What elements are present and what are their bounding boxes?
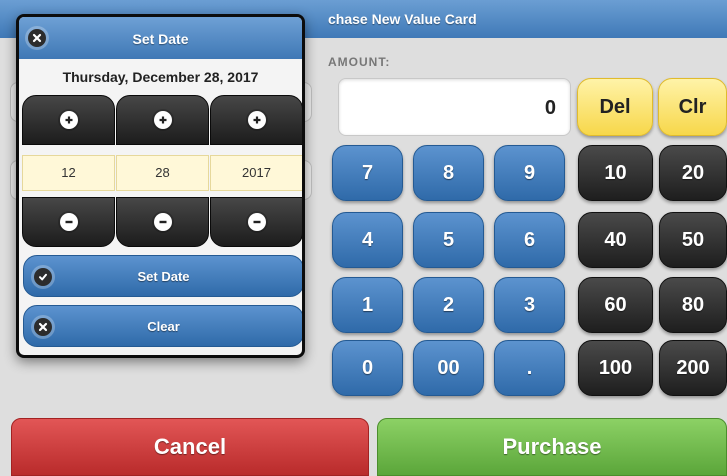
month-decrement-button[interactable] xyxy=(22,197,115,247)
key-5[interactable]: 5 xyxy=(413,212,484,268)
check-icon xyxy=(34,268,52,286)
key-3[interactable]: 3 xyxy=(494,277,565,333)
date-picker-header: Set Date xyxy=(19,17,302,59)
purchase-button[interactable]: Purchase xyxy=(377,418,727,476)
key-decimal[interactable]: . xyxy=(494,340,565,396)
close-icon xyxy=(34,318,52,336)
clear-date-label: Clear xyxy=(147,318,180,334)
delete-button[interactable]: Del xyxy=(577,78,653,136)
key-1[interactable]: 1 xyxy=(332,277,403,333)
amount-label: AMOUNT: xyxy=(328,55,391,69)
preset-100[interactable]: 100 xyxy=(578,340,653,396)
month-field[interactable]: 12 xyxy=(22,155,115,191)
year-increment-button[interactable] xyxy=(210,95,302,145)
key-4[interactable]: 4 xyxy=(332,212,403,268)
day-field[interactable]: 28 xyxy=(116,155,209,191)
page-title: chase New Value Card xyxy=(328,11,477,27)
amount-display: 0 xyxy=(338,78,571,136)
decrement-row xyxy=(22,197,302,247)
plus-icon xyxy=(247,111,266,129)
minus-icon xyxy=(59,213,78,231)
month-increment-button[interactable] xyxy=(22,95,115,145)
date-picker-title: Set Date xyxy=(132,31,189,47)
preset-20[interactable]: 20 xyxy=(659,145,727,201)
preset-10[interactable]: 10 xyxy=(578,145,653,201)
date-picker-dialog: Set Date Thursday, December 28, 2017 12 … xyxy=(16,14,305,358)
key-8[interactable]: 8 xyxy=(413,145,484,201)
date-values-row: 12 28 2017 xyxy=(22,155,302,191)
preset-40[interactable]: 40 xyxy=(578,212,653,268)
minus-icon xyxy=(247,213,266,231)
close-icon[interactable] xyxy=(28,29,46,47)
minus-icon xyxy=(153,213,172,231)
preset-80[interactable]: 80 xyxy=(659,277,727,333)
selected-date-label: Thursday, December 28, 2017 xyxy=(62,69,259,85)
clear-date-button[interactable]: Clear xyxy=(23,305,302,347)
key-6[interactable]: 6 xyxy=(494,212,565,268)
cancel-button[interactable]: Cancel xyxy=(11,418,369,476)
key-9[interactable]: 9 xyxy=(494,145,565,201)
preset-200[interactable]: 200 xyxy=(659,340,727,396)
set-date-label: Set Date xyxy=(137,268,190,284)
key-2[interactable]: 2 xyxy=(413,277,484,333)
clear-amount-button[interactable]: Clr xyxy=(658,78,727,136)
increment-row xyxy=(22,95,302,145)
year-decrement-button[interactable] xyxy=(210,197,302,247)
set-date-button[interactable]: Set Date xyxy=(23,255,302,297)
key-0[interactable]: 0 xyxy=(332,340,403,396)
preset-50[interactable]: 50 xyxy=(659,212,727,268)
key-7[interactable]: 7 xyxy=(332,145,403,201)
plus-icon xyxy=(59,111,78,129)
key-00[interactable]: 00 xyxy=(413,340,484,396)
day-increment-button[interactable] xyxy=(116,95,209,145)
day-decrement-button[interactable] xyxy=(116,197,209,247)
year-field[interactable]: 2017 xyxy=(210,155,302,191)
plus-icon xyxy=(153,111,172,129)
preset-60[interactable]: 60 xyxy=(578,277,653,333)
